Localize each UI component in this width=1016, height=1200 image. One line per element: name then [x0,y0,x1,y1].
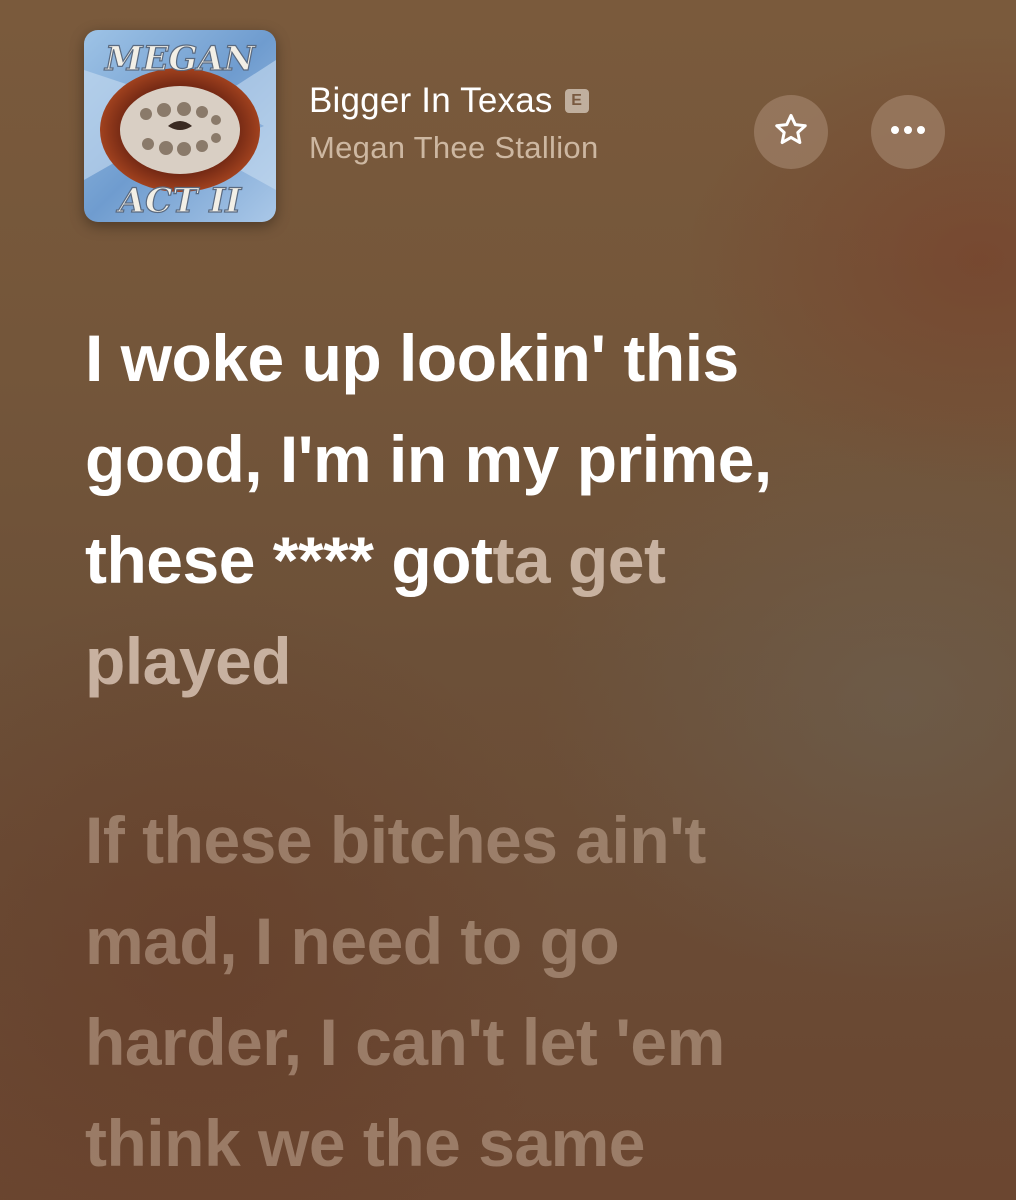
more-options-button[interactable] [871,95,945,169]
album-art[interactable]: MEGAN ACT II [84,30,276,222]
ellipsis-icon [888,123,928,141]
lyric-line: mad, I need to go [85,904,620,978]
lyric-line: good, I'm in my prime, [85,422,772,496]
lyric-line: I woke up lookin' this [85,321,739,395]
sung-text: these **** got [85,523,493,597]
lyrics-view[interactable]: I woke up lookin' this good, I'm in my p… [85,308,965,1194]
svg-text:ACT II: ACT II [116,181,242,221]
track-title: Bigger In Texas [309,81,553,120]
track-info[interactable]: Bigger In Texas E Megan Thee Stallion [309,80,598,166]
svg-text:MEGAN: MEGAN [104,39,257,79]
artist-name[interactable]: Megan Thee Stallion [309,130,598,166]
lyric-line: harder, I can't let 'em [85,1005,725,1079]
track-title-row: Bigger In Texas E [309,80,598,122]
lyric-line: played [85,624,292,698]
star-icon [772,111,810,154]
lyric-line: think we the same [85,1106,646,1180]
current-lyric[interactable]: I woke up lookin' this good, I'm in my p… [85,308,965,712]
lyric-line: If these bitches ain't [85,803,706,877]
unsung-text: ta get [492,523,666,597]
now-playing-header: MEGAN ACT II Bigger In Texas E Megan The… [84,30,954,225]
next-lyric[interactable]: If these bitches ain't mad, I need to go… [85,790,965,1194]
explicit-badge: E [564,89,589,113]
lyric-line: these **** gotta get [85,510,965,611]
favorite-button[interactable] [754,95,828,169]
